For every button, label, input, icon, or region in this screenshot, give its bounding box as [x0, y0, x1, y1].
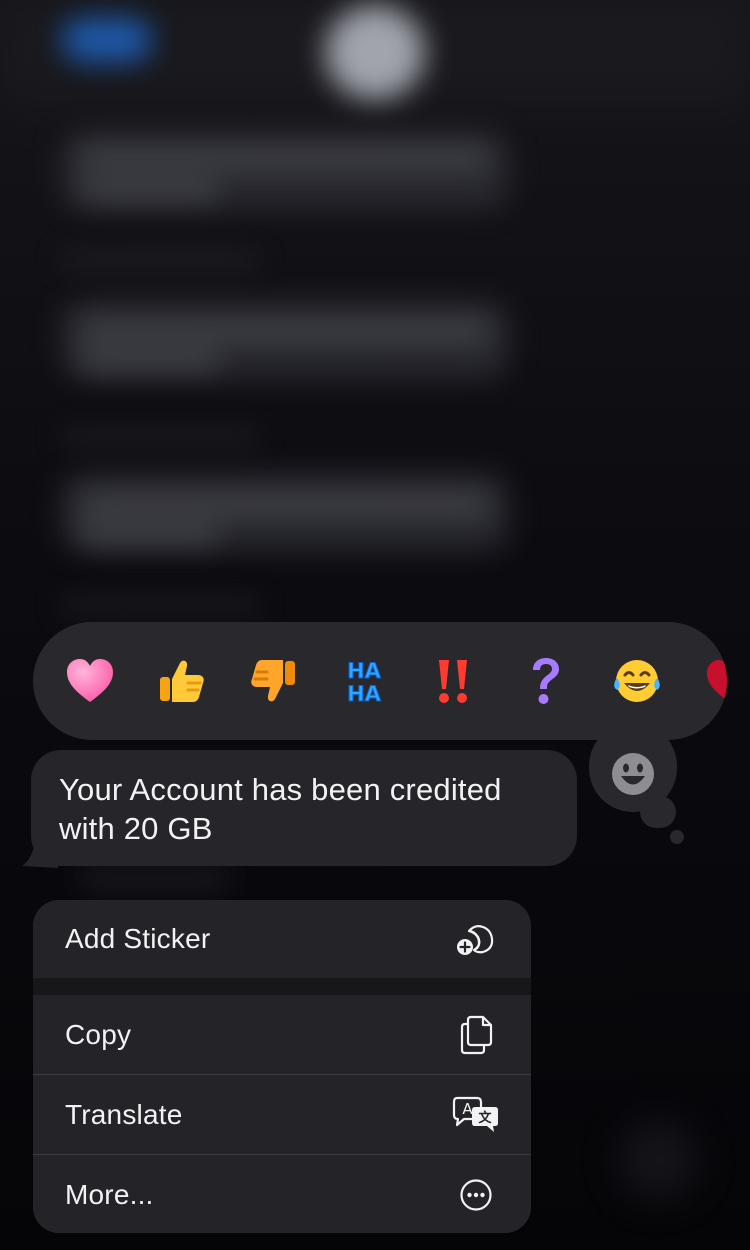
tears-of-joy-icon — [614, 660, 660, 702]
tapback-thumbs-up[interactable] — [147, 622, 217, 740]
blurred-text-line — [80, 322, 490, 340]
tapback-laughing[interactable] — [602, 622, 672, 740]
message-text: Your Account has been credited with 20 G… — [59, 772, 502, 846]
blurred-text-line — [80, 150, 490, 168]
tapback-tail-dot — [670, 830, 684, 844]
blurred-back-button — [62, 18, 152, 62]
copy-icon — [460, 1015, 493, 1054]
menu-item-copy[interactable]: Copy — [33, 995, 531, 1074]
blurred-text-line — [80, 872, 230, 886]
menu-item-label: Translate — [65, 1098, 183, 1130]
blurred-text-line — [80, 496, 490, 514]
haha-icon: HA HA — [347, 659, 383, 707]
tapback-exclamation[interactable] — [418, 622, 488, 740]
ellipsis-circle-icon — [460, 1178, 492, 1211]
tapback-haha[interactable]: HA HA — [329, 622, 399, 740]
blurred-timestamp — [60, 255, 260, 267]
tapback-question[interactable] — [510, 622, 580, 740]
menu-item-add-sticker[interactable]: Add Sticker — [33, 900, 531, 978]
double-exclamation-icon — [439, 660, 467, 703]
red-heart-icon — [707, 660, 727, 701]
tapback-tail — [640, 796, 676, 828]
tapback-thumbs-down[interactable] — [238, 622, 308, 740]
menu-item-label: More... — [65, 1178, 154, 1210]
tapback-heart[interactable] — [55, 622, 125, 740]
blurred-send-button — [618, 1120, 698, 1200]
menu-item-translate[interactable]: Translate A 文 — [33, 1075, 531, 1154]
svg-text:文: 文 — [478, 1110, 492, 1126]
question-mark-icon — [533, 658, 559, 704]
tapback-more-emoji[interactable] — [693, 622, 727, 740]
thumbs-up-icon — [160, 660, 204, 702]
svg-text:A: A — [462, 1100, 473, 1118]
thumbs-down-icon — [251, 660, 295, 702]
messages-screen: HA HA Your Account has been credited wit… — [0, 0, 750, 1250]
svg-text:HA: HA — [347, 659, 382, 683]
menu-item-more[interactable]: More... — [33, 1155, 531, 1233]
blurred-timestamp — [60, 600, 260, 612]
blurred-avatar — [325, 5, 425, 100]
translate-icon: A 文 — [452, 1096, 498, 1132]
smiley-icon[interactable] — [610, 751, 656, 797]
menu-group-separator — [33, 978, 531, 995]
menu-item-label: Copy — [65, 1018, 132, 1050]
heart-icon — [67, 659, 113, 702]
blurred-timestamp — [60, 432, 260, 444]
menu-item-label: Add Sticker — [65, 923, 211, 954]
blurred-message-bubble — [60, 130, 510, 210]
sticker-add-icon — [457, 925, 494, 955]
blurred-text-line — [80, 180, 220, 198]
blurred-message-bubble — [60, 300, 510, 380]
blurred-text-line — [80, 524, 220, 542]
tapback-bar: HA HA — [33, 622, 727, 740]
message-context-menu: Add Sticker Copy Translate A 文 More... — [33, 900, 531, 1233]
svg-text:HA: HA — [347, 682, 382, 706]
blurred-text-line — [80, 350, 220, 368]
